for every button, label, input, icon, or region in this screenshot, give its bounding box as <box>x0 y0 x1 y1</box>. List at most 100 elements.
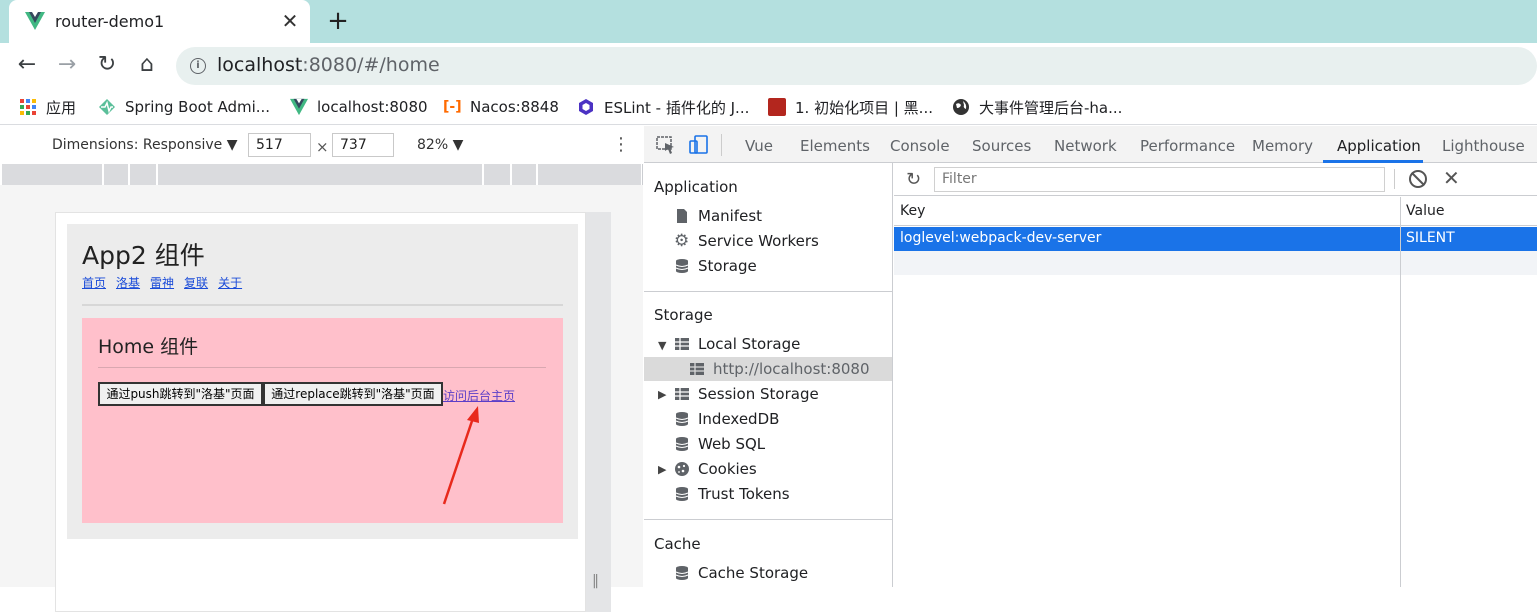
refresh-icon[interactable]: ↻ <box>906 169 921 190</box>
section-storage: Storage <box>654 306 713 324</box>
apps-grid-icon <box>20 99 36 115</box>
sidebar-item-websql[interactable]: Web SQL <box>674 432 765 456</box>
nav-link-loki[interactable]: 洛基 <box>116 274 140 291</box>
sidebar-item-manifest[interactable]: Manifest <box>674 204 762 228</box>
bookmark-label: Nacos:8848 <box>470 98 559 116</box>
collapsed-arrow-icon[interactable]: ▶ <box>658 463 666 476</box>
app2-title: App2 组件 <box>82 241 205 270</box>
sidebar-item-cache-storage[interactable]: Cache Storage <box>674 561 808 585</box>
home-title: Home 组件 <box>98 336 199 358</box>
bookmark-label: 应用 <box>46 98 77 117</box>
bookmark-big-event[interactable]: 大事件管理后台-ha... <box>952 97 1122 117</box>
new-tab-icon[interactable]: + <box>324 8 352 36</box>
filter-input[interactable]: Filter <box>934 167 1385 192</box>
database-icon <box>675 437 689 451</box>
tab-application[interactable]: Application <box>1337 137 1421 155</box>
tab-vue[interactable]: Vue <box>745 137 773 155</box>
url-text[interactable]: localhost:8080/#/home <box>217 54 440 76</box>
tab-elements[interactable]: Elements <box>800 137 870 155</box>
tab-console[interactable]: Console <box>890 137 950 155</box>
inspect-element-icon[interactable] <box>655 135 677 155</box>
alibaba-cloud-icon: [-] <box>443 99 462 115</box>
forward-arrow-icon[interactable]: → <box>54 53 80 79</box>
nav-link-avengers[interactable]: 复联 <box>184 274 208 291</box>
device-scrollbar[interactable] <box>586 212 611 612</box>
divider <box>98 367 546 368</box>
dimensions-select[interactable]: Dimensions: Responsive ▼ <box>52 137 238 153</box>
nav-link-about[interactable]: 关于 <box>218 274 242 291</box>
sidebar-item-service-workers[interactable]: ⚙ Service Workers <box>674 229 819 253</box>
spring-boot-admin-icon <box>99 99 115 115</box>
bookmark-nacos[interactable]: [-] Nacos:8848 <box>443 97 559 117</box>
sidebar-item-cookies[interactable]: Cookies <box>674 457 757 481</box>
empty-table-row[interactable] <box>894 251 1537 275</box>
replace-navigate-button[interactable]: 通过replace跳转到"洛基"页面 <box>263 382 443 406</box>
delete-selected-icon[interactable]: ✕ <box>1443 166 1460 190</box>
divider <box>82 304 563 306</box>
bookmark-eslint[interactable]: ESLint - 插件化的 J... <box>577 97 749 117</box>
tab-network[interactable]: Network <box>1054 137 1117 155</box>
clear-all-icon[interactable] <box>1409 170 1427 188</box>
database-icon <box>675 487 689 501</box>
cell-key: loglevel:webpack-dev-server <box>900 230 1102 246</box>
width-input[interactable]: 517 <box>248 133 311 157</box>
bookmark-apps[interactable]: 应用 <box>19 97 76 117</box>
cookie-icon <box>675 462 689 476</box>
sidebar-item-label: Session Storage <box>698 385 819 403</box>
globe-icon <box>953 99 969 115</box>
sidebar-item-trust-tokens[interactable]: Trust Tokens <box>674 482 790 506</box>
tab-performance[interactable]: Performance <box>1140 137 1235 155</box>
bookmark-label: 1. 初始化项目 | 黑... <box>795 98 933 117</box>
more-options-icon[interactable]: ⋮ <box>612 136 630 156</box>
sidebar-item-label: Local Storage <box>698 335 801 353</box>
bookmark-spring-boot-admin[interactable]: Spring Boot Admi... <box>98 97 270 117</box>
table-header: Key Value <box>894 197 1537 226</box>
push-navigate-button[interactable]: 通过push跳转到"洛基"页面 <box>98 382 263 406</box>
admin-home-link[interactable]: 访问后台主页 <box>443 387 515 404</box>
expanded-arrow-icon[interactable]: ▼ <box>658 339 666 352</box>
nav-link-thor[interactable]: 雷神 <box>150 274 174 291</box>
bookmark-label: ESLint - 插件化的 J... <box>604 98 750 117</box>
reload-icon[interactable]: ↻ <box>94 53 120 79</box>
sidebar-item-storage[interactable]: Storage <box>674 254 757 278</box>
table-row[interactable]: loglevel:webpack-dev-server SILENT <box>894 227 1537 251</box>
tab-lighthouse[interactable]: Lighthouse <box>1442 137 1525 155</box>
device-toolbar-icon[interactable] <box>688 135 710 155</box>
nav-link-home[interactable]: 首页 <box>82 274 106 291</box>
height-input[interactable]: 737 <box>332 133 394 157</box>
info-icon[interactable]: i <box>190 58 206 74</box>
sidebar-item-label: http://localhost:8080 <box>713 360 870 378</box>
column-separator[interactable] <box>1400 197 1401 587</box>
sidebar-item-label: Manifest <box>698 207 763 225</box>
app2-component: App2 组件 首页 洛基 雷神 复联 关于 Home 组件 通过push跳转到… <box>67 224 578 539</box>
zoom-select[interactable]: 82% ▼ <box>417 137 463 153</box>
eslint-icon <box>579 99 593 115</box>
table-grid-icon <box>675 388 689 400</box>
sidebar-item-label: Storage <box>698 257 757 275</box>
sidebar-item-indexeddb[interactable]: IndexedDB <box>674 407 779 431</box>
address-bar[interactable]: i localhost:8080/#/home <box>176 47 1537 85</box>
browser-tab[interactable]: router-demo1 ✕ <box>9 0 310 44</box>
column-value[interactable]: Value <box>1406 203 1444 219</box>
gear-icon: ⚙ <box>674 231 690 251</box>
media-query-ruler[interactable] <box>2 164 641 185</box>
section-application: Application <box>654 178 738 196</box>
device-viewport: Dimensions: Responsive ▼ 517 × 737 82% ▼… <box>0 126 643 612</box>
table-grid-icon <box>675 338 689 350</box>
vue-logo-icon <box>290 98 308 116</box>
home-icon[interactable]: ⌂ <box>134 53 160 79</box>
sidebar-item-label: Cache Storage <box>698 564 809 582</box>
sidebar-item-local-storage[interactable]: Local Storage <box>674 332 800 356</box>
tab-sources[interactable]: Sources <box>972 137 1031 155</box>
bookmark-init-project[interactable]: 1. 初始化项目 | 黑... <box>768 97 933 117</box>
sidebar-item-localhost-origin[interactable]: http://localhost:8080 <box>689 357 870 381</box>
collapsed-arrow-icon[interactable]: ▶ <box>658 388 666 401</box>
sidebar-item-session-storage[interactable]: Session Storage <box>674 382 819 406</box>
close-tab-icon[interactable]: ✕ <box>277 8 303 34</box>
bookmark-localhost[interactable]: localhost:8080 <box>290 97 428 117</box>
column-key[interactable]: Key <box>900 203 925 219</box>
back-arrow-icon[interactable]: ← <box>14 53 40 79</box>
sidebar-item-label: Service Workers <box>698 232 819 250</box>
tab-memory[interactable]: Memory <box>1252 137 1313 155</box>
toolbar-separator <box>721 134 722 156</box>
